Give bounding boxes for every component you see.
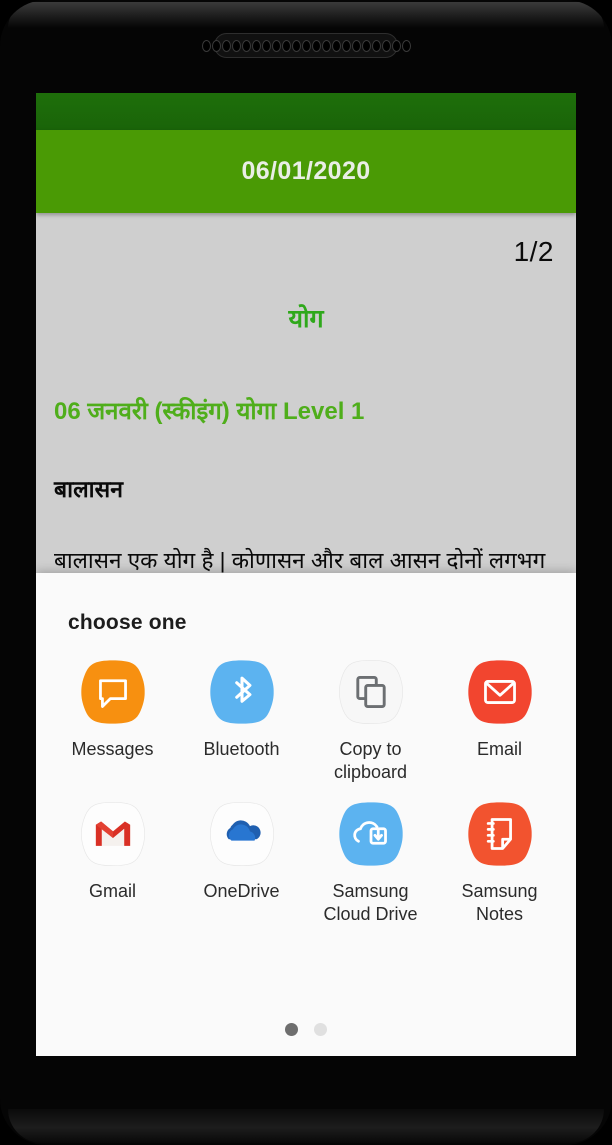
earpiece-hole: [341, 39, 351, 52]
share-sheet: choose one Messages Bluetooth Copy to clip…: [36, 573, 576, 1056]
earpiece-hole: [381, 39, 391, 52]
samsung-cloud-drive-icon[interactable]: [338, 801, 404, 867]
earpiece-hole: [271, 39, 281, 52]
date-title: 06/01/2020: [241, 157, 371, 185]
share-target-label: OneDrive: [203, 881, 280, 901]
earpiece-hole: [361, 39, 371, 52]
earpiece-hole: [401, 39, 411, 52]
share-target-gmail[interactable]: Gmail: [48, 801, 177, 925]
lesson-title: 06 जनवरी (स्कीइंग) योगा Level 1: [54, 398, 365, 425]
yoga-heading: योग: [288, 305, 324, 333]
email-icon[interactable]: [467, 659, 533, 725]
copy-to-clipboard-icon[interactable]: [338, 659, 404, 725]
samsung-notes-icon[interactable]: [467, 801, 533, 867]
share-target-messages[interactable]: Messages: [48, 659, 177, 783]
app-action-bar: 06/01/2020: [36, 130, 576, 213]
pager-dot-2[interactable]: [314, 1023, 327, 1036]
share-target-label: Bluetooth: [203, 739, 280, 759]
messages-icon[interactable]: [80, 659, 146, 725]
phone-screen: 06/01/2020 1/2 योग 06 जनवरी (स्कीइंग) यो…: [36, 93, 576, 1056]
status-bar: [36, 93, 576, 130]
earpiece-hole: [241, 39, 251, 52]
earpiece-hole: [251, 39, 261, 52]
gmail-icon[interactable]: [80, 801, 146, 867]
earpiece-speaker-grille: [201, 33, 411, 58]
page-counter: 1/2: [513, 236, 554, 267]
share-target-samsung-notes[interactable]: Samsung Notes: [435, 801, 564, 925]
earpiece-hole: [371, 39, 381, 52]
earpiece-hole: [291, 39, 301, 52]
share-target-label: Email: [476, 739, 522, 759]
share-target-samsung-cloud-drive[interactable]: Samsung Cloud Drive: [306, 801, 435, 925]
pager-dot-1[interactable]: [285, 1023, 298, 1036]
earpiece-hole: [211, 39, 221, 52]
share-target-copy-to-clipboard[interactable]: Copy to clipboard: [306, 659, 435, 783]
share-target-label: Gmail: [88, 881, 136, 901]
earpiece-hole: [261, 39, 271, 52]
earpiece-hole: [391, 39, 401, 52]
share-target-label: Messages: [71, 739, 154, 759]
bluetooth-icon[interactable]: [209, 659, 275, 725]
share-target-label: Copy to clipboard: [333, 739, 408, 782]
share-target-bluetooth[interactable]: Bluetooth: [177, 659, 306, 783]
onedrive-icon[interactable]: [209, 801, 275, 867]
earpiece-hole: [321, 39, 331, 52]
asana-name: बालासन: [54, 476, 123, 502]
earpiece-hole: [201, 39, 211, 52]
earpiece-hole: [231, 39, 241, 52]
phone-top-edge: [8, 2, 604, 28]
share-target-grid: Messages Bluetooth Copy to clipboard Email G…: [36, 659, 576, 925]
share-target-onedrive[interactable]: OneDrive: [177, 801, 306, 925]
phone-bottom-edge: [8, 1109, 604, 1143]
earpiece-hole: [331, 39, 341, 52]
earpiece-hole: [351, 39, 361, 52]
earpiece-hole: [301, 39, 311, 52]
earpiece-hole: [311, 39, 321, 52]
earpiece-hole: [221, 39, 231, 52]
share-sheet-title: choose one: [68, 611, 187, 634]
phone-device: 06/01/2020 1/2 योग 06 जनवरी (स्कीइंग) यो…: [0, 0, 612, 1145]
earpiece-hole: [281, 39, 291, 52]
share-sheet-pager[interactable]: [36, 1023, 576, 1036]
share-target-label: Samsung Cloud Drive: [323, 881, 418, 924]
share-target-email[interactable]: Email: [435, 659, 564, 783]
share-target-label: Samsung Notes: [461, 881, 538, 924]
